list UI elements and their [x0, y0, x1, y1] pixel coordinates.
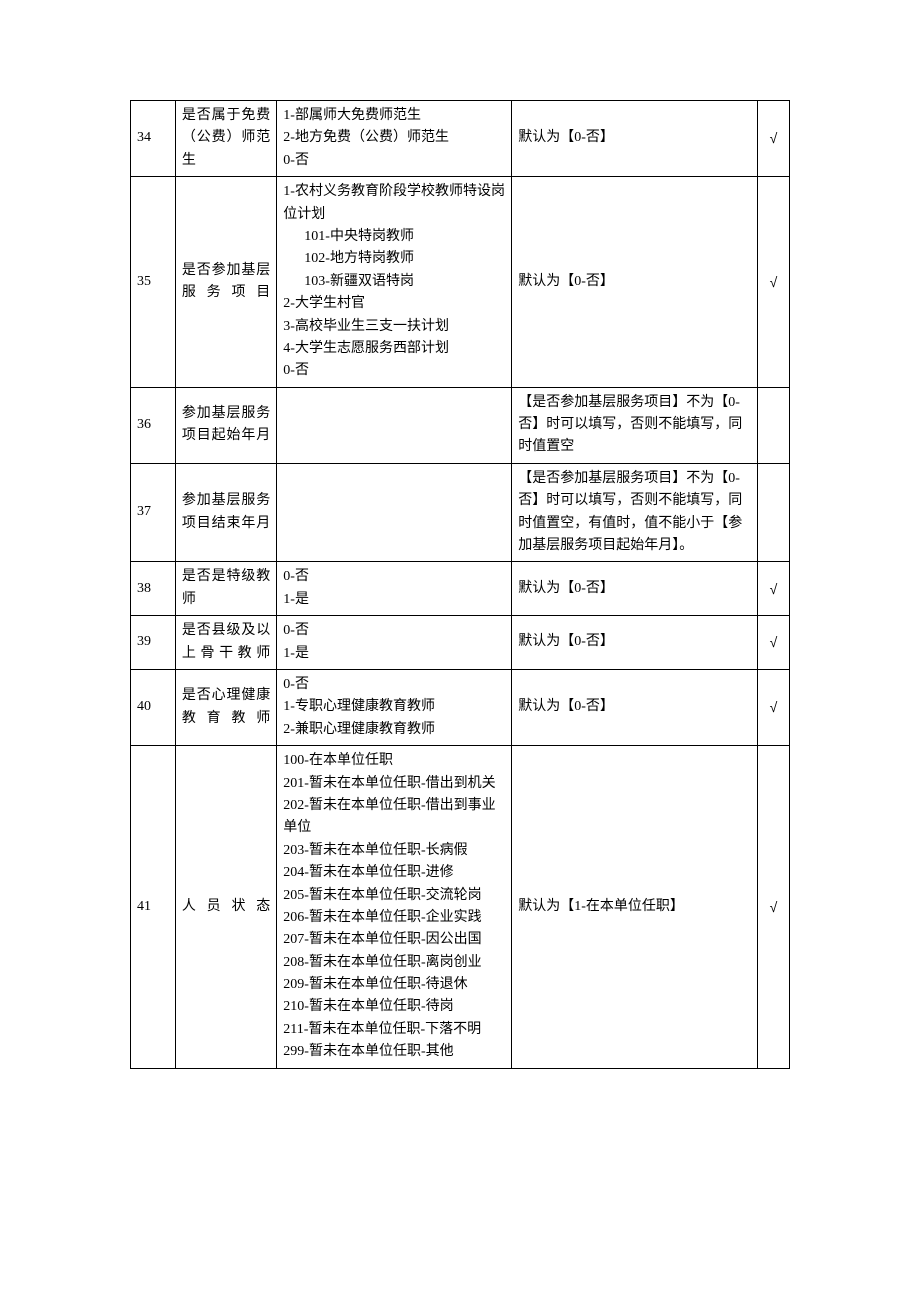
required-mark: √ — [757, 101, 789, 177]
field-options — [277, 463, 512, 562]
required-mark — [757, 387, 789, 463]
row-number: 38 — [131, 562, 176, 616]
field-name: 人员状态 — [175, 746, 276, 1068]
field-remark: 【是否参加基层服务项目】不为【0-否】时可以填写，否则不能填写，同时值置空，有值… — [512, 463, 758, 562]
required-mark: √ — [757, 562, 789, 616]
field-options — [277, 387, 512, 463]
field-remark: 【是否参加基层服务项目】不为【0-否】时可以填写，否则不能填写，同时值置空 — [512, 387, 758, 463]
table-row: 38是否是特级教师0-否1-是默认为【0-否】√ — [131, 562, 790, 616]
field-remark: 默认为【0-否】 — [512, 616, 758, 670]
row-number: 40 — [131, 669, 176, 745]
field-options: 0-否1-是 — [277, 562, 512, 616]
field-name: 参加基层服务项目起始年月 — [175, 387, 276, 463]
table-row: 37参加基层服务项目结束年月 【是否参加基层服务项目】不为【0-否】时可以填写，否… — [131, 463, 790, 562]
row-number: 34 — [131, 101, 176, 177]
field-remark: 默认为【0-否】 — [512, 562, 758, 616]
row-number: 37 — [131, 463, 176, 562]
field-name: 是否是特级教师 — [175, 562, 276, 616]
field-name: 是否属于免费（公费）师范生 — [175, 101, 276, 177]
field-remark: 默认为【0-否】 — [512, 669, 758, 745]
table-row: 41人员状态100-在本单位任职201-暂未在本单位任职-借出到机关202-暂未… — [131, 746, 790, 1068]
field-remark: 默认为【0-否】 — [512, 101, 758, 177]
field-remark: 默认为【1-在本单位任职】 — [512, 746, 758, 1068]
table-row: 36参加基层服务项目起始年月 【是否参加基层服务项目】不为【0-否】时可以填写，否… — [131, 387, 790, 463]
field-options: 1-农村义务教育阶段学校教师特设岗位计划101-中央特岗教师102-地方特岗教师… — [277, 177, 512, 388]
table-row: 40是否心理健康教育教师0-否1-专职心理健康教育教师2-兼职心理健康教育教师默… — [131, 669, 790, 745]
table-row: 35是否参加基层服务项目1-农村义务教育阶段学校教师特设岗位计划101-中央特岗… — [131, 177, 790, 388]
required-mark: √ — [757, 669, 789, 745]
required-mark: √ — [757, 616, 789, 670]
field-options: 0-否1-专职心理健康教育教师2-兼职心理健康教育教师 — [277, 669, 512, 745]
required-mark: √ — [757, 177, 789, 388]
field-name: 是否心理健康教育教师 — [175, 669, 276, 745]
table-row: 34是否属于免费（公费）师范生1-部属师大免费师范生2-地方免费（公费）师范生0… — [131, 101, 790, 177]
spec-table: 34是否属于免费（公费）师范生1-部属师大免费师范生2-地方免费（公费）师范生0… — [130, 100, 790, 1069]
field-name: 参加基层服务项目结束年月 — [175, 463, 276, 562]
field-options: 1-部属师大免费师范生2-地方免费（公费）师范生0-否 — [277, 101, 512, 177]
required-mark — [757, 463, 789, 562]
field-name: 是否参加基层服务项目 — [175, 177, 276, 388]
field-remark: 默认为【0-否】 — [512, 177, 758, 388]
table-row: 39是否县级及以上骨干教师0-否1-是默认为【0-否】√ — [131, 616, 790, 670]
required-mark: √ — [757, 746, 789, 1068]
row-number: 35 — [131, 177, 176, 388]
field-options: 0-否1-是 — [277, 616, 512, 670]
row-number: 39 — [131, 616, 176, 670]
row-number: 36 — [131, 387, 176, 463]
field-name: 是否县级及以上骨干教师 — [175, 616, 276, 670]
row-number: 41 — [131, 746, 176, 1068]
field-options: 100-在本单位任职201-暂未在本单位任职-借出到机关202-暂未在本单位任职… — [277, 746, 512, 1068]
